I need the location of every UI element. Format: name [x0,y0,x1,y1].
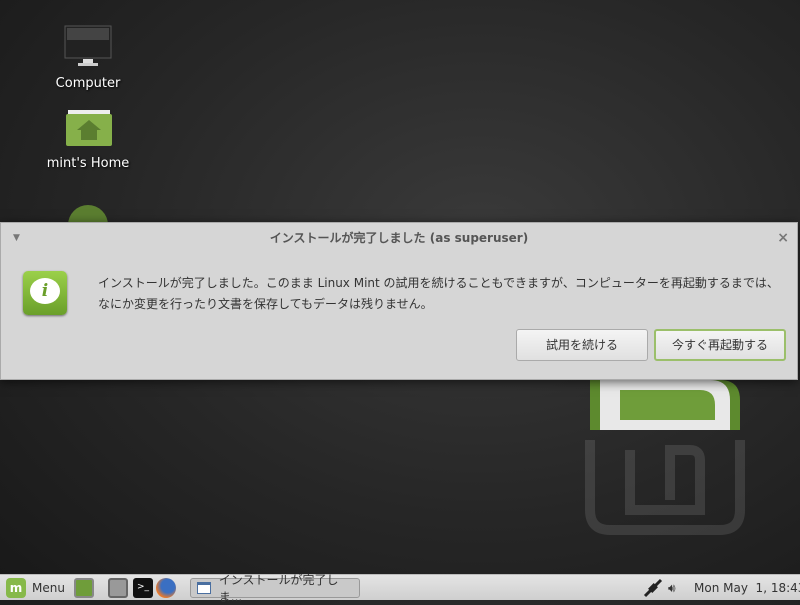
continue-trying-button[interactable]: 試用を続ける [516,329,648,361]
taskbar: m Menu >_ インストールが完了しま... 🔊︎ Mon May 1, 1… [0,573,800,604]
menu-button[interactable]: m Menu [6,578,65,598]
close-icon[interactable]: × [777,223,789,253]
window-icon [197,582,211,594]
monitor-icon [64,25,112,66]
window-menu-icon[interactable]: ▼ [13,223,20,253]
clock[interactable]: Mon May 1, 18:43 [694,578,800,598]
desktop-icon-label: Computer [55,76,121,91]
desktop-icon-label: mint's Home [46,156,130,171]
show-desktop-icon[interactable] [74,578,94,598]
terminal-icon[interactable]: >_ [133,578,153,598]
network-icon[interactable] [642,578,664,598]
window-list-button[interactable]: インストールが完了しま... [190,573,360,604]
firefox-icon[interactable] [156,578,176,598]
dialog-titlebar[interactable]: ▼ インストールが完了しました (as superuser) × [1,223,797,253]
volume-icon[interactable]: 🔊︎ [668,578,676,598]
dialog-title: インストールが完了しました (as superuser) [269,231,529,245]
mint-logo-icon: m [6,578,26,598]
menu-label: Menu [32,581,65,595]
file-manager-icon[interactable] [108,578,128,598]
home-folder-icon [66,110,112,146]
dialog-message: インストールが完了しました。このまま Linux Mint の試用を続けることも… [98,276,779,311]
install-complete-dialog: ▼ インストールが完了しました (as superuser) × i インストー… [0,222,798,380]
info-icon: i [23,271,67,315]
restart-now-button[interactable]: 今すぐ再起動する [654,329,786,361]
desktop-icon-home[interactable]: mint's Home [38,108,138,171]
desktop-icon-computer[interactable]: Computer [38,24,138,91]
